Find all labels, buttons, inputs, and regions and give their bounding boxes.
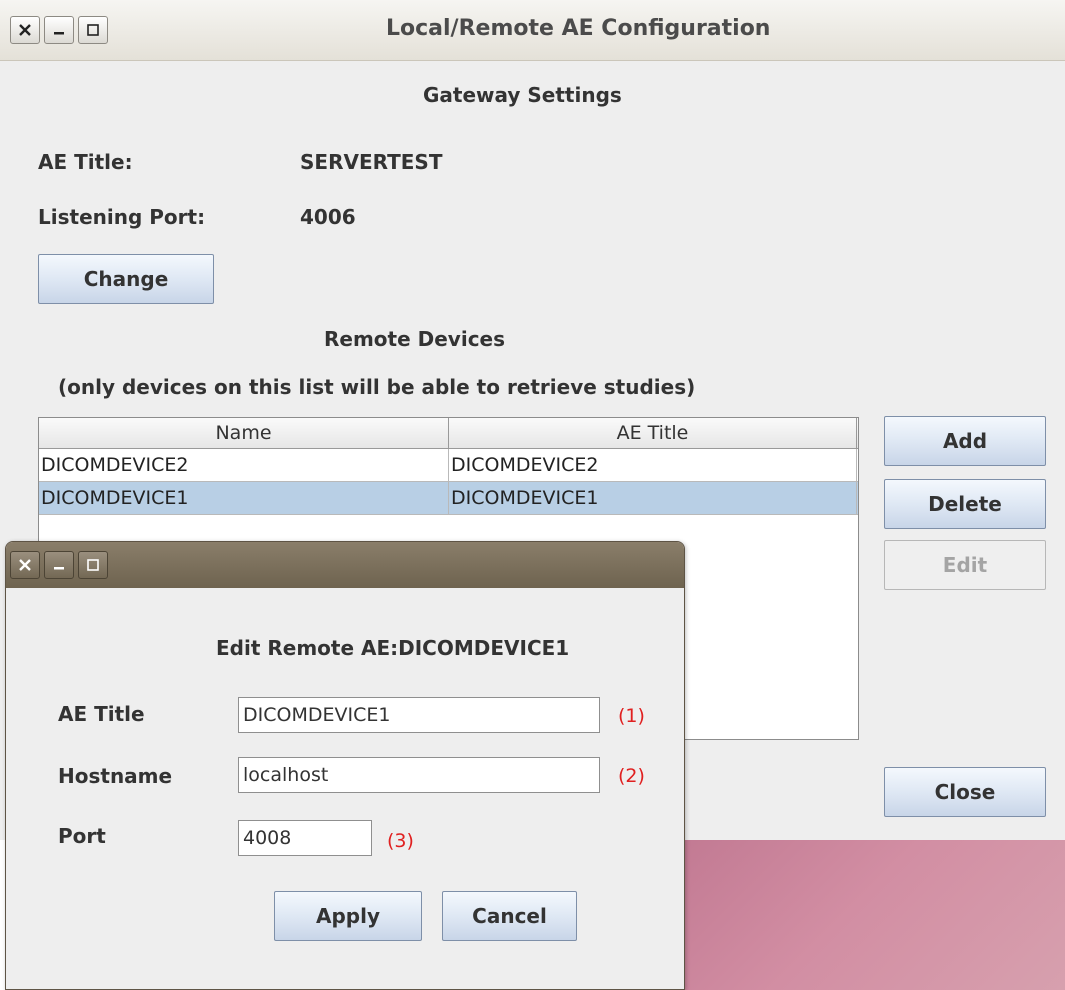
minimize-icon[interactable]	[44, 16, 74, 44]
table-header: Name AE Title	[39, 418, 858, 449]
window-controls	[10, 16, 108, 44]
add-button[interactable]: Add	[884, 416, 1046, 466]
table-cell-ae-title: DICOMDEVICE2	[449, 449, 857, 481]
listening-port-value: 4006	[300, 205, 356, 229]
close-button[interactable]: Close	[884, 767, 1046, 817]
ae-title-input[interactable]	[238, 697, 600, 733]
maximize-icon[interactable]	[78, 16, 108, 44]
close-icon[interactable]	[10, 16, 40, 44]
port-field-label: Port	[58, 824, 106, 848]
delete-button[interactable]: Delete	[884, 479, 1046, 529]
hostname-field-label: Hostname	[58, 764, 173, 788]
edit-remote-ae-dialog: Edit Remote AE:DICOMDEVICE1 AE Title (1)…	[5, 541, 685, 990]
ae-title-field-label: AE Title	[58, 702, 145, 726]
edit-button: Edit	[884, 540, 1046, 590]
column-header-name[interactable]: Name	[39, 418, 449, 448]
close-icon[interactable]	[10, 551, 40, 579]
apply-button[interactable]: Apply	[274, 891, 422, 941]
marker-2: (2)	[618, 765, 645, 787]
marker-3: (3)	[387, 830, 414, 852]
dialog-heading: Edit Remote AE:DICOMDEVICE1	[216, 636, 570, 660]
change-button[interactable]: Change	[38, 254, 214, 304]
minimize-icon[interactable]	[44, 551, 74, 579]
marker-1: (1)	[618, 705, 645, 727]
table-row[interactable]: DICOMDEVICE2 DICOMDEVICE2	[39, 449, 858, 482]
cancel-button[interactable]: Cancel	[442, 891, 577, 941]
table-cell-name: DICOMDEVICE2	[39, 449, 449, 481]
dialog-titlebar	[6, 542, 684, 588]
ae-title-label: AE Title:	[38, 150, 133, 174]
maximize-icon[interactable]	[78, 551, 108, 579]
table-row-selected[interactable]: DICOMDEVICE1 DICOMDEVICE1	[39, 482, 858, 515]
port-input[interactable]	[238, 820, 372, 856]
column-header-ae-title[interactable]: AE Title	[449, 418, 857, 448]
listening-port-label: Listening Port:	[38, 205, 206, 229]
remote-devices-heading: Remote Devices	[324, 327, 506, 351]
gateway-settings-heading: Gateway Settings	[423, 83, 622, 107]
desktop-background	[683, 840, 1065, 990]
table-cell-name: DICOMDEVICE1	[39, 482, 449, 514]
main-titlebar: Local/Remote AE Configuration	[0, 0, 1065, 61]
remote-devices-note: (only devices on this list will be able …	[58, 375, 696, 399]
dialog-window-controls	[10, 551, 108, 579]
hostname-input[interactable]	[238, 757, 600, 793]
table-cell-ae-title: DICOMDEVICE1	[449, 482, 857, 514]
ae-title-value: SERVERTEST	[300, 150, 443, 174]
window-title: Local/Remote AE Configuration	[386, 16, 771, 41]
